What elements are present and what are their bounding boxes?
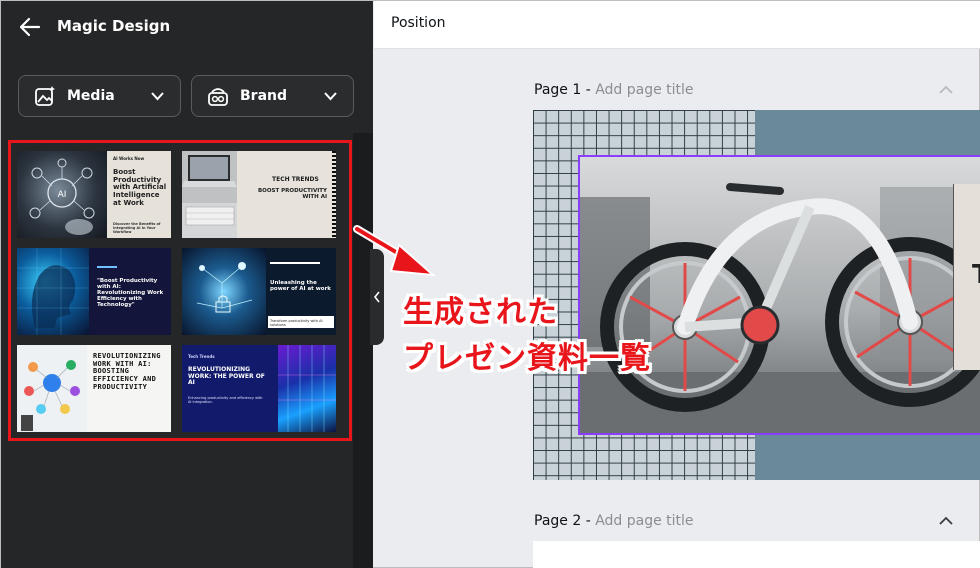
page-1-header: Page 1 - Add page title bbox=[534, 82, 694, 98]
position-button[interactable]: Position bbox=[391, 15, 446, 31]
template-thumbnail-5[interactable]: REVOLUTIONIZING WORK WITH AI: BOOSTING E… bbox=[17, 345, 171, 432]
futuristic-bicycle-image bbox=[580, 157, 980, 433]
chevron-down-icon bbox=[151, 92, 164, 101]
panel-title: Magic Design bbox=[57, 17, 171, 35]
accent-line bbox=[97, 266, 117, 268]
panel-scrollbar[interactable] bbox=[353, 133, 373, 568]
page-2-canvas[interactable] bbox=[533, 541, 980, 568]
chevron-down-icon bbox=[324, 92, 337, 101]
template-thumbnail-4[interactable]: Unleashing the power of AI at work Trans… bbox=[182, 248, 336, 335]
ai-network-image: AI bbox=[17, 151, 107, 238]
svg-text:AI: AI bbox=[58, 190, 67, 200]
panel-header: Magic Design bbox=[1, 1, 373, 53]
brand-filter-label: Brand bbox=[240, 88, 288, 104]
tech-icons-image bbox=[182, 248, 266, 335]
page-2-header: Page 2 - Add page title bbox=[534, 513, 694, 529]
template-1-kicker: AI Works Now bbox=[113, 156, 145, 161]
decorative-border bbox=[332, 151, 336, 238]
chevron-up-icon[interactable] bbox=[938, 516, 954, 526]
brand-filter-button[interactable]: Brand bbox=[191, 75, 354, 117]
template-thumbnail-1[interactable]: AI AI Works Now Boost Productivity with … bbox=[17, 151, 171, 238]
page-1-text-box[interactable]: T bbox=[953, 184, 980, 370]
generated-templates-highlight: AI AI Works Now Boost Productivity with … bbox=[8, 140, 352, 441]
template-thumbnail-2[interactable]: TECH TRENDS BOOST PRODUCTIVITY WITH AI bbox=[182, 151, 336, 238]
chevron-up-icon[interactable] bbox=[938, 85, 954, 95]
magic-design-panel: Magic Design Media Brand AI AI Works Now… bbox=[1, 1, 384, 568]
page-1-title-input[interactable]: Add page title bbox=[595, 82, 693, 98]
editor-toolbar: Position bbox=[374, 1, 980, 49]
ai-icons-image bbox=[17, 345, 87, 432]
template-6-kicker: Tech Trends bbox=[188, 354, 215, 359]
page-2-number: Page 2 - bbox=[534, 513, 596, 529]
page-1-number: Page 1 - bbox=[534, 82, 596, 98]
template-4-subtitle: Transform productivity with AI solutions bbox=[270, 319, 323, 327]
template-2-title: BOOST PRODUCTIVITY WITH AI bbox=[257, 188, 327, 201]
template-thumbnail-6[interactable]: Tech Trends REVOLUTIONIZING WORK: THE PO… bbox=[182, 345, 336, 432]
selected-bicycle-image[interactable] bbox=[578, 155, 980, 435]
neon-circuit-image bbox=[278, 345, 336, 432]
media-filter-button[interactable]: Media bbox=[18, 75, 181, 117]
template-4-title: Unleashing the power of AI at work bbox=[270, 280, 331, 293]
accent-line bbox=[270, 262, 320, 264]
page-1-visible-text: T bbox=[972, 260, 980, 290]
brand-kit-icon bbox=[208, 88, 228, 106]
laptop-image bbox=[182, 151, 237, 203]
template-1-title: Boost Productivity with Artificial Intel… bbox=[113, 168, 167, 207]
annotation-line-2: プレゼン資料一覧 bbox=[403, 341, 651, 376]
back-arrow-icon[interactable] bbox=[19, 17, 41, 37]
media-filter-label: Media bbox=[67, 88, 115, 104]
template-thumbnail-3[interactable]: "Boost Productivity with AI: Revolutioni… bbox=[17, 248, 171, 335]
media-icon bbox=[35, 86, 55, 106]
annotation-line-1: 生成された bbox=[403, 295, 558, 330]
page-2-title-input[interactable]: Add page title bbox=[595, 513, 693, 529]
chevron-left-icon bbox=[373, 291, 380, 303]
template-6-subtitle: Enhancing productivity and efficiency wi… bbox=[188, 396, 263, 404]
keyboard-image bbox=[182, 203, 237, 238]
template-5-title: REVOLUTIONIZING WORK WITH AI: BOOSTING E… bbox=[93, 352, 161, 391]
template-6-title: REVOLUTIONIZING WORK: THE POWER OF AI bbox=[188, 366, 265, 387]
page-1-canvas[interactable]: T bbox=[533, 110, 980, 480]
template-3-title: "Boost Productivity with AI: Revolutioni… bbox=[97, 278, 164, 309]
annotation-arrow-icon bbox=[353, 225, 436, 277]
template-2-kicker: TECH TRENDS bbox=[272, 176, 319, 183]
digital-head-image bbox=[17, 248, 89, 335]
template-1-subtitle: Discover the Benefits of Integrating AI … bbox=[113, 222, 161, 234]
